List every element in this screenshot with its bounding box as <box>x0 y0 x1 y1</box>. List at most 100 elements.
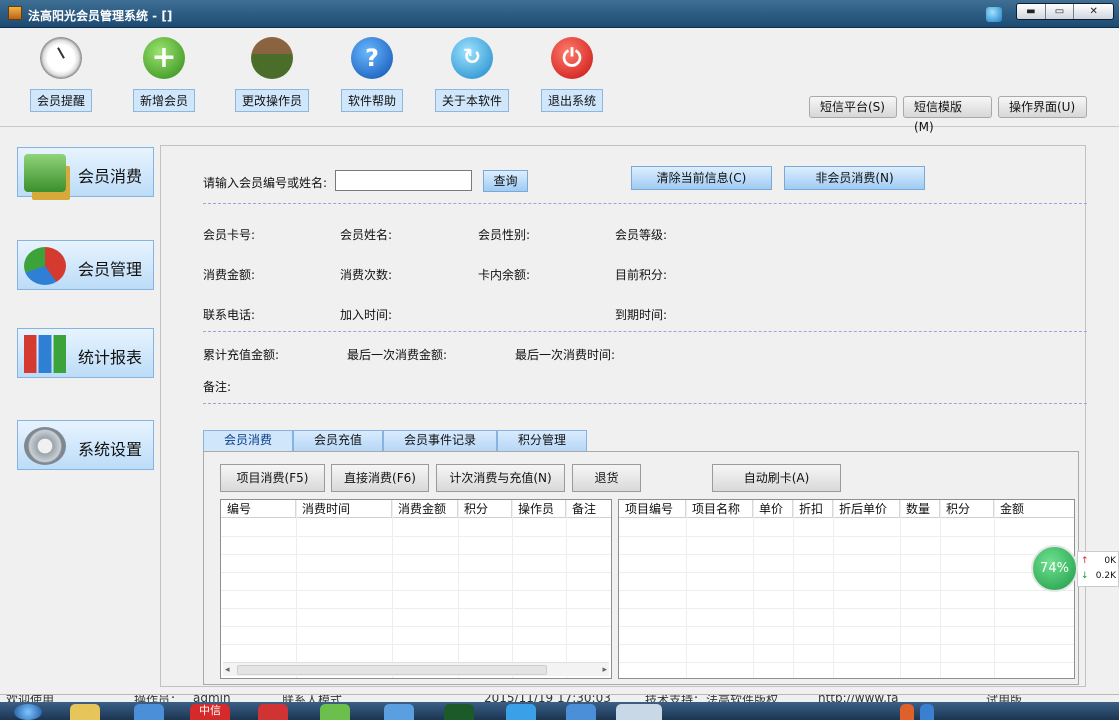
app-taskbar-icon[interactable] <box>566 704 596 720</box>
sidebar-label: 统计报表 <box>78 348 143 367</box>
change-operator-label: 更改操作员 <box>234 89 309 112</box>
member-reminder-label: 会员提醒 <box>29 89 92 112</box>
member-level-label: 会员等级: <box>615 228 668 242</box>
about-button[interactable]: ↻ 关于本软件 <box>432 37 512 112</box>
column-header[interactable]: 金额 <box>994 500 1074 517</box>
start-button[interactable] <box>14 704 42 720</box>
member-system-taskbar-icon[interactable] <box>616 704 662 720</box>
consumption-records-table[interactable]: 编号 消费时间 消费金额 积分 操作员 备注 ◂ ▸ <box>220 499 612 679</box>
maximize-button[interactable]: ▭ <box>1045 4 1075 19</box>
status-datetime: 2015/11/19 17:30:03 <box>484 694 611 702</box>
explorer-taskbar-icon[interactable] <box>70 704 100 720</box>
dreamweaver-taskbar-icon[interactable] <box>444 704 474 720</box>
window-controls: ▬ ▭ ✕ <box>1016 3 1114 20</box>
member-name-label: 会员姓名: <box>340 228 393 242</box>
column-header[interactable]: 备注 <box>566 500 611 517</box>
horizontal-scrollbar[interactable]: ◂ ▸ <box>223 662 609 676</box>
status-bar: 欢迎使用 操作员： admin 联系人模式 2015/11/19 17:30:0… <box>0 694 1119 702</box>
memory-usage-circle[interactable]: 74% <box>1031 545 1078 592</box>
download-speed: 0.2K <box>1095 571 1116 581</box>
operation-interface-button[interactable]: 操作界面(U) <box>998 96 1087 118</box>
column-header[interactable]: 消费时间 <box>296 500 392 517</box>
exit-system-button[interactable]: ⏻ 退出系统 <box>532 37 612 112</box>
tab-content: 项目消费(F5) 直接消费(F6) 计次消费与充值(N) 退货 自动刷卡(A) … <box>203 451 1079 685</box>
divider <box>203 403 1087 404</box>
bar-chart-icon <box>24 335 66 373</box>
column-header[interactable]: 积分 <box>458 500 512 517</box>
column-header[interactable]: 项目名称 <box>686 500 753 517</box>
column-header[interactable]: 数量 <box>900 500 940 517</box>
count-consumption-recharge-button[interactable]: 计次消费与充值(N) <box>436 464 565 492</box>
opera-taskbar-icon[interactable] <box>258 704 288 720</box>
skin-icon[interactable] <box>986 7 1002 22</box>
column-header[interactable]: 折扣 <box>793 500 833 517</box>
column-header[interactable]: 积分 <box>940 500 994 517</box>
clear-info-button[interactable]: 清除当前信息(C) <box>631 166 772 190</box>
column-header[interactable]: 消费金额 <box>392 500 458 517</box>
status-copyright: 法高软件版权 <box>706 694 779 702</box>
direct-consumption-button[interactable]: 直接消费(F6) <box>331 464 429 492</box>
column-header[interactable]: 项目编号 <box>619 500 686 517</box>
citic-taskbar-icon[interactable]: 中信 <box>190 704 230 720</box>
card-balance-label: 卡内余额: <box>478 268 531 282</box>
search-input[interactable] <box>335 170 472 191</box>
member-reminder-button[interactable]: 会员提醒 <box>21 37 101 112</box>
software-help-button[interactable]: ? 软件帮助 <box>332 37 412 112</box>
item-consumption-button[interactable]: 项目消费(F5) <box>220 464 325 492</box>
scrollbar-thumb[interactable] <box>237 665 547 675</box>
query-button[interactable]: 查询 <box>483 170 528 192</box>
join-time-label: 加入时间: <box>340 308 393 322</box>
return-goods-button[interactable]: 退货 <box>572 464 641 492</box>
member-consumption-panel: 请输入会员编号或姓名: 查询 清除当前信息(C) 非会员消费(N) 会员卡号: … <box>160 145 1087 687</box>
add-icon: + <box>143 37 185 79</box>
close-button[interactable]: ✕ <box>1074 4 1113 19</box>
non-member-consumption-button[interactable]: 非会员消费(N) <box>784 166 925 190</box>
sms-platform-button[interactable]: 短信平台(S) <box>809 96 897 118</box>
app-taskbar-icon[interactable] <box>506 704 536 720</box>
expire-time-label: 到期时间: <box>615 308 668 322</box>
app-taskbar-icon[interactable] <box>384 704 414 720</box>
refresh-icon: ↻ <box>451 37 493 79</box>
status-mode: 联系人模式 <box>282 694 343 702</box>
about-label: 关于本软件 <box>434 89 509 112</box>
minimize-button[interactable]: ▬ <box>1017 4 1046 19</box>
title-bar: 法高阳光会员管理系统 - [] ▬ ▭ ✕ <box>0 0 1119 28</box>
current-points-label: 目前积分: <box>615 268 668 282</box>
tab-member-events[interactable]: 会员事件记录 <box>383 430 498 451</box>
windows-taskbar: 中信 <box>0 702 1119 720</box>
tab-member-recharge[interactable]: 会员充值 <box>293 430 384 451</box>
tab-bar: 会员消费 会员充值 会员事件记录 积分管理 <box>203 430 588 451</box>
sms-template-button[interactable]: 短信模版(M) <box>903 96 992 134</box>
status-support-label: 技术支持： <box>645 694 706 702</box>
add-member-button[interactable]: + 新增会员 <box>124 37 204 112</box>
consumption-items-table[interactable]: 项目编号 项目名称 单价 折扣 折后单价 数量 积分 金额 <box>618 499 1075 679</box>
scroll-right-icon[interactable]: ▸ <box>602 663 607 677</box>
toolbar: 会员提醒 + 新增会员 更改操作员 ? 软件帮助 ↻ 关于本软件 ⏻ 退出系统 … <box>0 29 1119 134</box>
upload-speed: 0K <box>1104 556 1116 566</box>
column-header[interactable]: 单价 <box>753 500 793 517</box>
sidebar-item-system-settings[interactable]: 系统设置 <box>17 420 154 470</box>
search-label: 请输入会员编号或姓名: <box>203 176 328 190</box>
sidebar-item-statistics-report[interactable]: 统计报表 <box>17 328 154 378</box>
sidebar-label: 会员管理 <box>78 260 143 279</box>
add-member-label: 新增会员 <box>132 89 195 112</box>
column-header[interactable]: 折后单价 <box>833 500 900 517</box>
sidebar-item-member-consumption[interactable]: 会员消费 <box>17 147 154 197</box>
scroll-left-icon[interactable]: ◂ <box>225 663 230 677</box>
auto-swipe-card-button[interactable]: 自动刷卡(A) <box>712 464 841 492</box>
tray-icon[interactable] <box>920 704 934 720</box>
sidebar-item-member-management[interactable]: 会员管理 <box>17 240 154 290</box>
spend-count-label: 消费次数: <box>340 268 393 282</box>
app-taskbar-icon[interactable] <box>320 704 350 720</box>
column-header[interactable]: 编号 <box>221 500 296 517</box>
app-icon <box>8 6 22 20</box>
tab-points-management[interactable]: 积分管理 <box>497 430 588 451</box>
network-speed-widget[interactable]: ↑ 0K ↓ 0.2K 74% <box>1031 545 1119 595</box>
ie-taskbar-icon[interactable] <box>134 704 164 720</box>
status-website[interactable]: http://www.fa <box>818 695 899 702</box>
phone-label: 联系电话: <box>203 308 256 322</box>
change-operator-button[interactable]: 更改操作员 <box>232 37 312 112</box>
tray-icon[interactable] <box>900 704 914 720</box>
tab-member-consumption[interactable]: 会员消费 <box>203 430 294 451</box>
column-header[interactable]: 操作员 <box>512 500 566 517</box>
